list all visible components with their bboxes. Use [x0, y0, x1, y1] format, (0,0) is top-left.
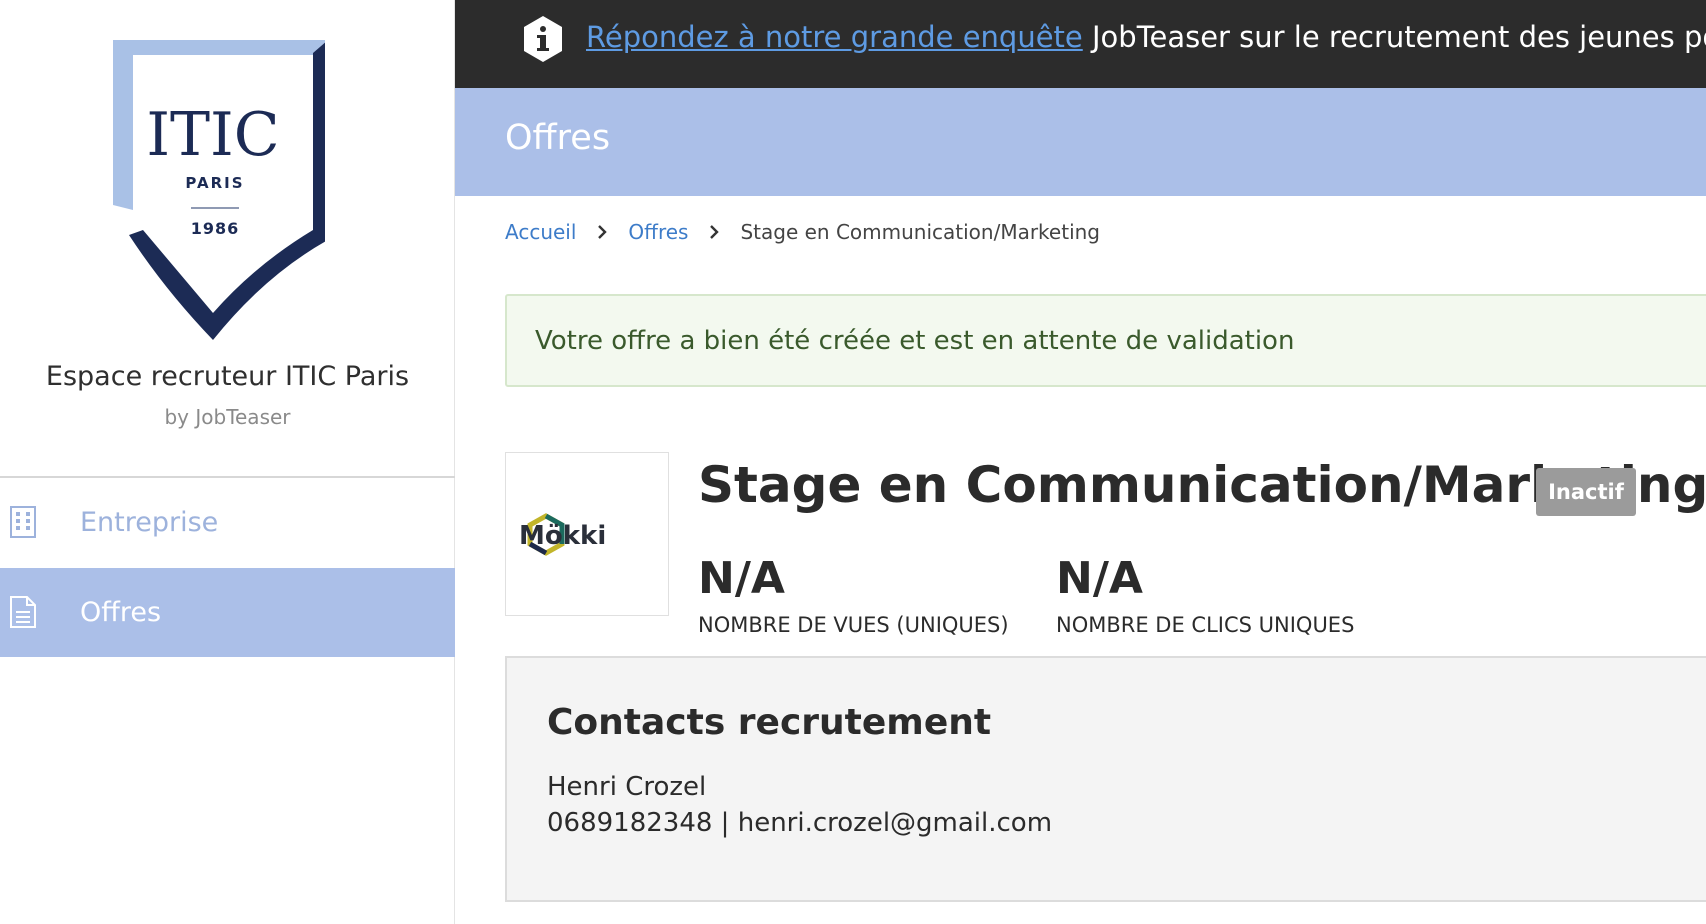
alert-message: Votre offre a bien été créée et est en a…: [535, 326, 1295, 356]
contact-separator: |: [712, 808, 738, 838]
clicks-value: N/A: [1056, 553, 1143, 604]
breadcrumb-current: Stage en Communication/Marketing: [740, 220, 1100, 244]
breadcrumb: Accueil Offres Stage en Communication/Ma…: [505, 217, 1100, 247]
sidebar-item-entreprise[interactable]: Entreprise: [0, 478, 455, 567]
page-title: Offres: [505, 118, 611, 158]
chevron-right-icon: [598, 225, 608, 239]
announcement-rest: JobTeaser sur le recrutement des jeunes …: [1091, 20, 1706, 54]
contact-name: Henri Crozel: [547, 772, 707, 802]
status-badge: Inactif: [1536, 468, 1636, 516]
contact-phone: 0689182348: [547, 808, 713, 838]
school-logo: ITIC PARIS 1986: [105, 35, 330, 340]
views-label: NOMBRE DE VUES (UNIQUES): [698, 613, 1009, 637]
svg-text:1986: 1986: [191, 219, 240, 238]
shield-logo-icon: ITIC PARIS 1986: [113, 40, 330, 340]
clicks-label: NOMBRE DE CLICS UNIQUES: [1056, 613, 1355, 637]
company-logo-text: Mökki: [519, 521, 607, 551]
chevron-right-icon: [710, 225, 720, 239]
org-subtitle: by JobTeaser: [164, 405, 291, 429]
org-title: Espace recruteur ITIC Paris: [45, 361, 410, 392]
svg-text:PARIS: PARIS: [185, 174, 244, 192]
announcement-bar: Répondez à notre grande enquête JobTease…: [455, 0, 1706, 88]
sidebar-item-label: Entreprise: [80, 507, 219, 538]
announcement-text: Répondez à notre grande enquête JobTease…: [586, 20, 1706, 54]
document-icon: [8, 594, 38, 630]
sidebar: ITIC PARIS 1986 Espace recruteur ITIC Pa…: [0, 0, 455, 924]
page-header: Offres: [455, 88, 1706, 196]
building-icon: [8, 504, 38, 540]
success-alert: Votre offre a bien été créée et est en a…: [505, 294, 1706, 387]
contact-email: henri.crozel@gmail.com: [737, 808, 1053, 838]
breadcrumb-accueil[interactable]: Accueil: [505, 220, 576, 244]
main-content: Répondez à notre grande enquête JobTease…: [455, 0, 1706, 924]
survey-link[interactable]: Répondez à notre grande enquête: [586, 20, 1083, 54]
contacts-title: Contacts recrutement: [547, 702, 992, 743]
breadcrumb-offres[interactable]: Offres: [628, 220, 688, 244]
views-value: N/A: [698, 553, 785, 604]
sidebar-item-offres[interactable]: Offres: [0, 568, 455, 657]
recruitment-contacts: Contacts recrutement Henri Crozel 068918…: [505, 656, 1706, 902]
info-icon: [521, 14, 565, 64]
sidebar-item-label: Offres: [80, 597, 162, 628]
contact-details: 0689182348 | henri.crozel@gmail.com: [547, 808, 1052, 838]
svg-text:ITIC: ITIC: [146, 100, 279, 170]
